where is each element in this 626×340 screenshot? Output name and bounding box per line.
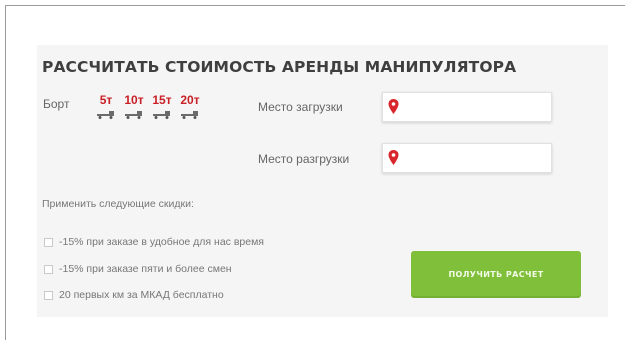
checkbox[interactable] [44, 290, 53, 300]
weight-option-label: 15т [152, 93, 172, 107]
discount-option-label: -15% при заказе в удобное для нас время [59, 236, 264, 248]
weight-options: 5т 10т 15т 20т [95, 93, 201, 119]
weight-option-10t[interactable]: 10т [123, 93, 145, 119]
discount-option-five-shifts[interactable]: -15% при заказе пяти и более смен [44, 263, 232, 275]
weight-option-20t[interactable]: 20т [179, 93, 201, 119]
map-pin-icon [388, 150, 399, 165]
truck-icon [97, 111, 114, 119]
discount-option-free-km[interactable]: 20 первых км за МКАД бесплатно [44, 289, 224, 301]
truck-icon [181, 111, 198, 119]
discount-option-label: 20 первых км за МКАД бесплатно [59, 289, 224, 301]
board-label: Борт [43, 97, 70, 111]
checkbox[interactable] [44, 264, 53, 274]
discount-option-off-peak[interactable]: -15% при заказе в удобное для нас время [44, 236, 264, 248]
weight-option-label: 20т [180, 93, 200, 107]
discounts-heading: Применить следующие скидки: [42, 198, 194, 210]
checkbox[interactable] [44, 237, 53, 247]
form-title: РАССЧИТАТЬ СТОИМОСТЬ АРЕНДЫ МАНИПУЛЯТОРА [42, 58, 517, 76]
map-pin-icon [388, 99, 399, 114]
unloading-place-label: Место разгрузки [258, 152, 350, 166]
truck-icon [153, 111, 170, 119]
weight-option-5t[interactable]: 5т [95, 93, 117, 119]
weight-option-15t[interactable]: 15т [151, 93, 173, 119]
truck-icon [125, 111, 142, 119]
unloading-place-input[interactable] [382, 143, 552, 173]
get-calculation-button[interactable]: ПОЛУЧИТЬ РАСЧЕТ [411, 251, 581, 298]
weight-option-label: 10т [124, 93, 144, 107]
loading-place-label: Место загрузки [258, 100, 343, 114]
weight-option-label: 5т [99, 93, 113, 107]
discount-option-label: -15% при заказе пяти и более смен [59, 263, 232, 275]
loading-place-input[interactable] [382, 92, 552, 122]
